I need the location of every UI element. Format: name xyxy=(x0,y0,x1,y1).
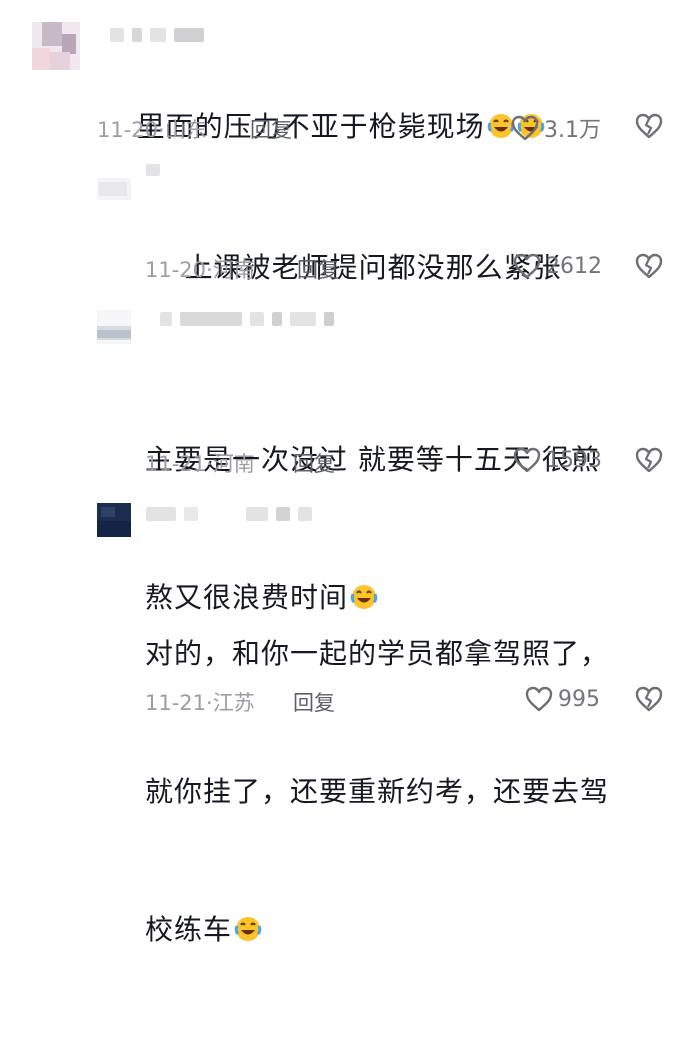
dislike-button[interactable] xyxy=(634,446,664,478)
heart-outline-icon xyxy=(525,686,553,712)
dislike-button[interactable] xyxy=(634,112,664,144)
comment-date: 11-20 xyxy=(145,258,207,282)
username[interactable] xyxy=(146,507,312,521)
crying-laughing-emoji-icon xyxy=(234,917,262,941)
broken-heart-icon xyxy=(635,113,663,139)
comment-date: 11-21 xyxy=(145,452,207,476)
reply-button[interactable]: 回复 xyxy=(297,254,339,284)
like-button[interactable]: 3.1万 xyxy=(510,112,601,144)
reply-button[interactable]: 回复 xyxy=(250,114,292,144)
like-button[interactable]: 1593 xyxy=(512,446,602,474)
like-button[interactable]: 995 xyxy=(524,685,600,713)
comment-text: 对的，和你一起的学员都拿驾照了， 就你挂了，还要重新约考，还要去驾 校练车 xyxy=(145,539,609,1045)
like-count: 1593 xyxy=(546,447,602,473)
comment-text-line: 就你挂了，还要重新约考，还要去驾 xyxy=(145,775,610,808)
avatar[interactable] xyxy=(97,503,131,537)
dislike-button[interactable] xyxy=(634,252,664,284)
like-count: 2612 xyxy=(546,253,602,279)
broken-heart-icon xyxy=(635,686,663,712)
comment-location: 山东 xyxy=(164,118,207,142)
avatar[interactable] xyxy=(32,22,80,70)
heart-outline-icon xyxy=(513,447,541,473)
comment-meta: 11-20·河南 xyxy=(145,258,255,282)
comment-location: 河南 xyxy=(212,258,255,282)
username[interactable] xyxy=(160,312,334,326)
comment-meta: 11-20·山东 xyxy=(97,118,207,142)
avatar[interactable] xyxy=(97,178,131,200)
comment-date: 11-20 xyxy=(97,118,159,142)
comment-location: 河南 xyxy=(212,452,255,476)
heart-outline-icon xyxy=(513,253,541,279)
comment-text-line: 对的，和你一起的学员都拿驾照了， xyxy=(145,637,610,670)
comment-3: 主要是一次没过 就要等十五天 很煎 熬又很浪费时间 11-21·河南 回复 15… xyxy=(0,300,690,614)
comment-meta: 11-21·河南 xyxy=(145,452,255,476)
like-count: 995 xyxy=(558,686,600,712)
username[interactable] xyxy=(146,164,160,176)
like-count: 3.1万 xyxy=(544,118,601,143)
broken-heart-icon xyxy=(635,253,663,279)
heart-outline-icon xyxy=(511,115,539,141)
like-button[interactable]: 2612 xyxy=(512,252,602,280)
broken-heart-icon xyxy=(635,447,663,473)
comment-4: 对的，和你一起的学员都拿驾照了， 就你挂了，还要重新约考，还要去驾 校练车 11… xyxy=(0,495,690,946)
comment-1: 里面的压力不亚于枪毙现场 11-20·山东 回复 3.1万 xyxy=(0,0,690,150)
comment-location: 江苏 xyxy=(212,691,255,715)
username[interactable] xyxy=(110,28,204,42)
comment-text-line: 校练车 xyxy=(145,907,609,953)
dislike-button[interactable] xyxy=(634,685,664,717)
avatar[interactable] xyxy=(97,310,131,344)
comment-2: 上课被老师提问都没那么紧张 11-20·河南 回复 2612 xyxy=(0,150,690,300)
comment-date: 11-21 xyxy=(145,691,207,715)
reply-button[interactable]: 回复 xyxy=(293,448,335,478)
